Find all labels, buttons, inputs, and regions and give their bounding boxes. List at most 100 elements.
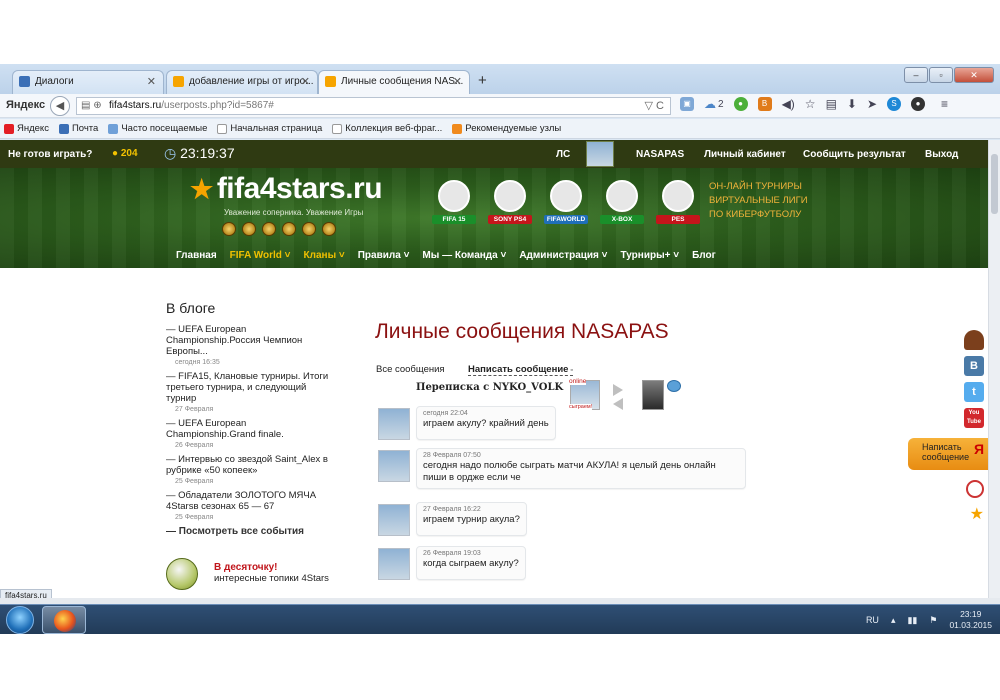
bookmark-frequent[interactable]: Часто посещаемые	[108, 123, 207, 134]
vertical-scrollbar[interactable]	[988, 140, 1000, 598]
platform-xbox[interactable]: X-BOX	[600, 180, 644, 224]
list-item[interactable]: — Обладатели ЗОЛОТОГО МЯЧА 4Starsв сезон…	[166, 490, 336, 523]
send-icon[interactable]: ➤	[867, 97, 877, 111]
bookmark-label: Почта	[71, 123, 99, 134]
back-button[interactable]: ◀	[50, 96, 70, 116]
platform-fifaworld[interactable]: FIFAWORLD	[544, 180, 588, 224]
avatar[interactable]	[378, 504, 410, 536]
report-result-link[interactable]: Сообщить результат	[803, 149, 906, 160]
tab-messages[interactable]: Личные сообщения NAS... ✕	[318, 70, 470, 95]
platform-fifa15[interactable]: FIFA 15	[432, 180, 476, 224]
logout-link[interactable]: Выход	[925, 149, 958, 160]
platform-label: FIFAWORLD	[544, 215, 588, 224]
blog-item-text[interactable]: — Обладатели ЗОЛОТОГО МЯЧА 4Starsв сезон…	[166, 490, 316, 512]
vk-icon[interactable]: В	[964, 356, 984, 376]
reading-list-icon[interactable]: ▤	[826, 97, 837, 111]
bookmark-collection[interactable]: Коллекция веб-фраг...	[332, 123, 442, 134]
language-indicator[interactable]: RU	[866, 615, 879, 625]
avatar[interactable]	[586, 141, 614, 167]
speaker-icon[interactable]: ◀)	[782, 97, 795, 111]
flag-icon[interactable]: ⚑	[929, 615, 937, 626]
nav-admin[interactable]: Администрация ˅	[519, 250, 607, 261]
platform-pes[interactable]: PES	[656, 180, 700, 224]
blog-item-text[interactable]: — UEFA European Championship.Grand final…	[166, 418, 284, 440]
bookmark-mail[interactable]: Почта	[58, 123, 99, 134]
messages-tabs: Все сообщения Написать сообщение ▫	[376, 364, 573, 376]
ls-link[interactable]: ЛС	[556, 149, 570, 160]
lifebuoy-icon[interactable]	[966, 480, 984, 498]
close-icon[interactable]: ✕	[147, 75, 156, 88]
new-tab-button[interactable]: +	[478, 72, 487, 89]
maximize-button[interactable]: ▫	[929, 67, 953, 83]
nav-team[interactable]: Мы — Команда ˅	[422, 250, 506, 261]
address-bar[interactable]: ▤ ⊕ fifa4stars.ru/userposts.php?id=5867#…	[76, 97, 671, 115]
blog-item-text[interactable]: — FIFA15, Клановые турниры. Итоги третье…	[166, 371, 328, 404]
tab-add-game[interactable]: добавление игры от игро... ✕	[166, 70, 318, 94]
tab-all-messages[interactable]: Все сообщения	[376, 364, 445, 375]
twitter-icon[interactable]: t	[964, 382, 984, 402]
avatar[interactable]	[378, 548, 410, 580]
bookmark-start[interactable]: Начальная страница	[217, 123, 322, 134]
tray-clock[interactable]: 23:19 01.03.2015	[949, 609, 992, 631]
play-badge: сыграем!	[569, 404, 593, 410]
partner-avatar[interactable]	[642, 380, 664, 410]
cloud-icon[interactable]: ☁	[704, 97, 716, 111]
username-link[interactable]: NASAPAS	[636, 149, 684, 160]
list-item[interactable]: — Интервью со звездой Saint_Alex в рубри…	[166, 454, 336, 487]
nav-clans[interactable]: Кланы ˅	[304, 250, 345, 261]
cap-icon[interactable]	[964, 330, 984, 350]
bookmark-recommended[interactable]: Рекомендуемые узлы	[452, 123, 561, 134]
network-icon[interactable]: ▮▮	[907, 615, 917, 626]
screenshot-icon[interactable]: ▣	[680, 97, 694, 111]
addon-icon[interactable]: ●	[733, 97, 748, 111]
scroll-thumb[interactable]	[991, 154, 998, 214]
minimize-button[interactable]: –	[904, 67, 928, 83]
blog-item-text[interactable]: — Интервью со звездой Saint_Alex в рубри…	[166, 454, 328, 476]
chat-icon[interactable]: ●	[911, 97, 926, 111]
cabinet-link[interactable]: Личный кабинет	[704, 149, 786, 160]
tab-strip: Диалоги ✕ добавление игры от игро... ✕ Л…	[0, 64, 1000, 95]
bookmark-star-icon[interactable]: ☆	[805, 97, 816, 111]
reload-icon[interactable]: ▽ C	[645, 99, 664, 112]
tagline-line: ВИРТУАЛЬНЫЕ ЛИГИ	[709, 195, 808, 206]
tab-dialogs[interactable]: Диалоги ✕	[12, 70, 164, 94]
not-ready-link[interactable]: Не готов играть?	[8, 149, 92, 160]
medal-icon	[282, 222, 296, 236]
avatar[interactable]	[378, 408, 410, 440]
start-button[interactable]	[6, 606, 34, 634]
conversation-title: Переписка с NYKO_VOLK	[416, 382, 564, 393]
menu-icon[interactable]: ≡	[941, 97, 948, 111]
addon-icon[interactable]: В	[757, 97, 772, 111]
download-icon[interactable]: ⬇	[847, 97, 857, 111]
platform-ps4[interactable]: SONY PS4	[488, 180, 532, 224]
message-bubble: 27 Февраля 16:22 играем турнир акула?	[416, 502, 527, 536]
promo-title[interactable]: В десяточку!	[214, 562, 278, 573]
close-window-button[interactable]: ✕	[954, 67, 994, 83]
site-logo[interactable]: ★ fifa4stars.ru	[190, 172, 383, 206]
all-events-link[interactable]: — Посмотреть все события	[166, 526, 336, 537]
list-item[interactable]: — UEFA European Championship.Россия Чемп…	[166, 324, 336, 368]
yandex-write-widget[interactable]: Написать сообщение Я	[908, 438, 988, 470]
conversation-avatar[interactable]: online сыграем!	[569, 378, 600, 410]
blog-item-text[interactable]: — UEFA European Championship.Россия Чемп…	[166, 324, 302, 357]
youtube-icon[interactable]: You Tube	[964, 408, 984, 428]
tray-arrow-icon[interactable]: ▴	[891, 615, 896, 626]
nav-rules[interactable]: Правила ˅	[358, 250, 410, 261]
blog-title: В блоге	[166, 300, 216, 316]
star-icon[interactable]: ★	[970, 504, 984, 524]
avatar[interactable]	[378, 450, 410, 482]
close-icon[interactable]: ✕	[453, 75, 462, 88]
skype-icon[interactable]: S	[887, 97, 902, 111]
nav-fifa-world[interactable]: FIFA World ˅	[230, 250, 291, 261]
list-item[interactable]: — FIFA15, Клановые турниры. Итоги третье…	[166, 371, 336, 415]
promo-block[interactable]: В десяточку! интересные топики 4Stars	[166, 558, 366, 594]
nav-tournaments[interactable]: Турниры+ ˅	[621, 250, 680, 261]
bookmark-yandex[interactable]: Яндекс	[4, 123, 49, 134]
write-message-link[interactable]: Написать сообщение ▫	[468, 364, 573, 376]
nav-home[interactable]: Главная	[176, 250, 217, 261]
close-icon[interactable]: ✕	[301, 75, 310, 88]
nav-blog[interactable]: Блог	[692, 250, 716, 261]
firefox-taskbar-button[interactable]	[42, 606, 86, 634]
list-item[interactable]: — UEFA European Championship.Grand final…	[166, 418, 336, 451]
blog-item-date: сегодня 16:35	[175, 359, 220, 366]
